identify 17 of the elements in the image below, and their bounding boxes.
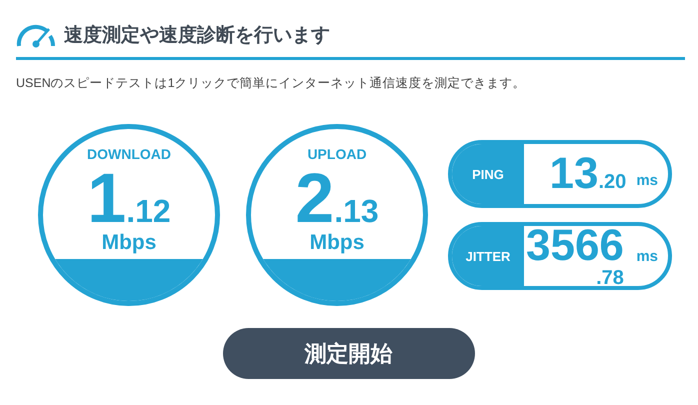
speed-value: 2.13 [294, 163, 380, 234]
unit-label: Mbps [102, 232, 156, 254]
gauge-label: UPLOAD [306, 147, 368, 162]
unit-label: Mbps [310, 232, 364, 254]
metric-value: 13.20 [550, 152, 626, 196]
section-title: 速度測定や速度診断を行います [64, 24, 330, 48]
start-button[interactable]: 測定開始 [222, 328, 474, 380]
metric-decimal: .78 [596, 268, 624, 286]
gauge-label: DOWNLOAD [86, 147, 172, 162]
metric-value: 3566 [526, 226, 624, 268]
speedometer-icon [16, 24, 56, 48]
metric-label: PING [472, 166, 504, 184]
speed-value: 1.12 [86, 163, 172, 234]
metric-label: JITTER [466, 248, 510, 266]
description-text: USENのスピードテストは1クリックで簡単にインターネット通信速度を測定できます。 [16, 74, 527, 92]
unit-label: ms [636, 172, 658, 188]
unit-label: ms [636, 248, 658, 264]
